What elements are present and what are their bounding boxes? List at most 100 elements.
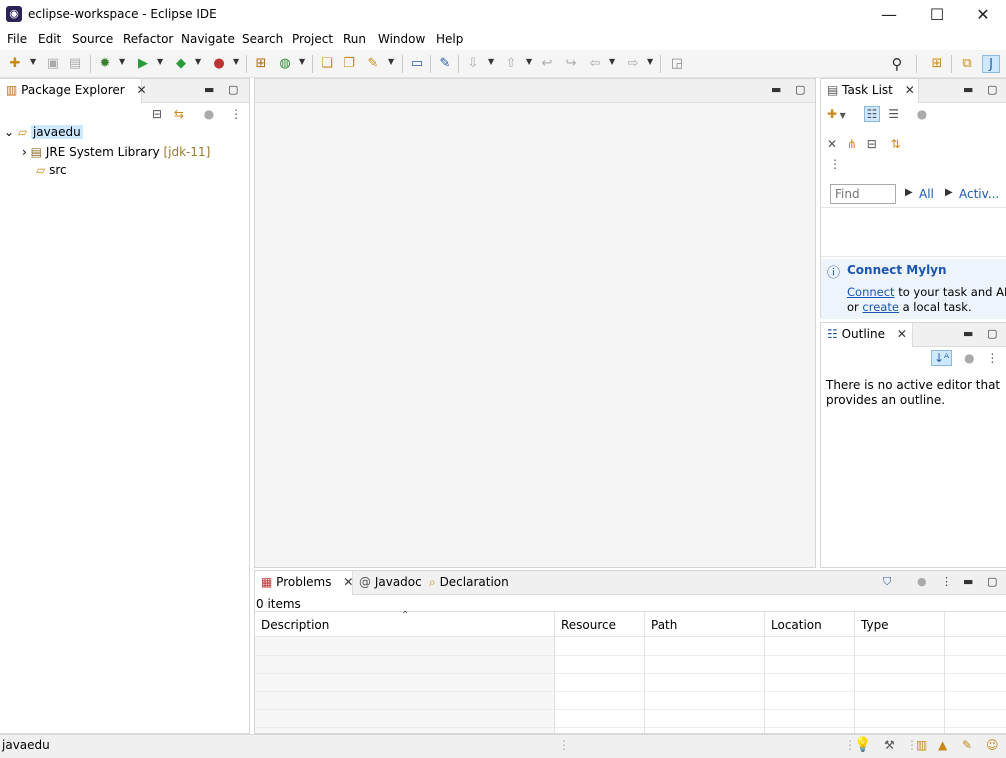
column-path[interactable]: Path [651, 618, 677, 632]
chevron-down-icon[interactable]: ⌄ [4, 125, 14, 139]
forward-icon[interactable]: ⇨ [624, 55, 642, 73]
java-ee-perspective-icon[interactable]: ⧉ [958, 55, 976, 73]
coverage-icon[interactable]: ◆ [172, 55, 190, 73]
save-all-icon[interactable]: ▤ [66, 55, 84, 73]
menu-window[interactable]: Window [378, 32, 425, 46]
maximize-button[interactable]: ☐ [914, 0, 960, 30]
find-input[interactable] [830, 184, 896, 204]
filter-icon[interactable]: ● [204, 107, 214, 121]
view-menu-icon[interactable]: ⋮ [941, 575, 952, 588]
minimize-view-icon[interactable]: ▬ [204, 83, 214, 96]
menu-source[interactable]: Source [72, 32, 113, 46]
pin-icon[interactable]: ✎ [436, 55, 454, 73]
maximize-view-icon[interactable]: ▢ [987, 83, 997, 96]
close-icon[interactable]: ✕ [897, 327, 907, 341]
column-type[interactable]: Type [861, 618, 889, 632]
next-annotation-icon[interactable]: ⇩ [464, 55, 482, 73]
scheduled-icon[interactable]: ☰ [888, 107, 899, 121]
categorized-icon[interactable]: ☷ [863, 106, 881, 122]
open-folder-icon[interactable]: ❐ [340, 55, 358, 73]
filter-activate-link[interactable]: Activ... [959, 187, 999, 201]
tip-icon[interactable]: 💡 [854, 737, 871, 753]
minimize-view-icon[interactable]: ▬ [963, 575, 973, 588]
pin-editor-icon[interactable]: ◲ [668, 55, 686, 73]
chevron-down-icon[interactable]: ▼ [119, 57, 125, 66]
column-location[interactable]: Location [771, 618, 822, 632]
chevron-down-icon[interactable]: ▼ [647, 57, 653, 66]
chevron-right-icon[interactable]: › [22, 145, 27, 159]
external-tools-icon[interactable]: ● [210, 55, 228, 73]
open-perspective-icon[interactable]: ⊞ [928, 55, 946, 73]
close-icon[interactable]: ✕ [137, 83, 147, 97]
menu-help[interactable]: Help [436, 32, 463, 46]
minimize-view-icon[interactable]: ▬ [771, 83, 781, 96]
graduation-icon[interactable]: ▲ [938, 738, 947, 752]
maximize-view-icon[interactable]: ▢ [795, 83, 805, 96]
maximize-view-icon[interactable]: ▢ [987, 575, 997, 588]
chevron-down-icon[interactable]: ▼ [299, 57, 305, 66]
console-icon[interactable]: ▭ [408, 55, 426, 73]
new-icon[interactable]: ✚ [6, 55, 24, 73]
chevron-down-icon[interactable]: ▼ [609, 57, 615, 66]
chevron-down-icon[interactable]: ▼ [30, 57, 36, 66]
chevron-down-icon[interactable]: ▼ [837, 111, 846, 120]
filter-all-link[interactable]: All [919, 187, 934, 201]
java-perspective-icon[interactable]: J [982, 55, 1000, 73]
tree-item-project[interactable]: ⌄ ▱ javaedu [4, 125, 83, 143]
close-icon[interactable]: ✕ [905, 83, 915, 97]
search-tool-icon[interactable]: ✎ [364, 55, 382, 73]
maximize-view-icon[interactable]: ▢ [228, 83, 238, 96]
smiley-icon[interactable]: ☺ [986, 738, 999, 752]
tab-declaration[interactable]: ⌕ Declaration [423, 571, 523, 595]
minimize-view-icon[interactable]: ▬ [963, 83, 973, 96]
connect-link[interactable]: Connect [847, 285, 895, 299]
filter-icon[interactable]: ● [917, 107, 927, 121]
run-icon[interactable]: ▶ [134, 55, 152, 73]
new-java-class-icon[interactable]: ◍ [276, 55, 294, 73]
tree-item-src[interactable]: ▱ src [36, 163, 67, 181]
back-icon[interactable]: ⇦ [586, 55, 604, 73]
collapse-all-icon[interactable]: ⊟ [867, 137, 877, 151]
search-icon[interactable]: ⚲ [888, 55, 906, 73]
maximize-view-icon[interactable]: ▢ [987, 327, 997, 340]
new-java-package-icon[interactable]: ⊞ [252, 55, 270, 73]
chevron-down-icon[interactable]: ▼ [233, 57, 239, 66]
filter-icon[interactable]: ● [964, 351, 974, 365]
hide-completed-icon[interactable]: ✕ [827, 137, 837, 151]
book-icon[interactable]: ▥ [916, 738, 927, 752]
column-resource[interactable]: Resource [561, 618, 616, 632]
chevron-down-icon[interactable]: ▼ [388, 57, 394, 66]
create-link[interactable]: create [862, 300, 899, 314]
open-type-icon[interactable]: ❏ [318, 55, 336, 73]
tab-outline[interactable]: ☷ Outline ✕ [821, 323, 913, 347]
view-menu-icon[interactable]: ⋮ [986, 351, 998, 365]
new-task-icon[interactable]: ✚ [827, 107, 837, 121]
forward-edit-icon[interactable]: ↪ [562, 55, 580, 73]
tab-javadoc[interactable]: @ Javadoc [353, 571, 423, 595]
tab-task-list[interactable]: ▤ Task List ✕ [821, 79, 919, 103]
minimize-button[interactable]: — [866, 0, 912, 30]
last-edit-icon[interactable]: ↩ [538, 55, 556, 73]
menu-edit[interactable]: Edit [38, 32, 61, 46]
close-icon[interactable]: ✕ [343, 575, 353, 589]
debug-icon[interactable]: ✹ [96, 55, 114, 73]
synchronize-icon[interactable]: ⇅ [891, 137, 901, 151]
wand-icon[interactable]: ✎ [962, 738, 972, 752]
tab-package-explorer[interactable]: ▥ Package Explorer ✕ [0, 79, 147, 103]
view-menu-icon[interactable]: ⋮ [230, 107, 242, 121]
previous-annotation-icon[interactable]: ⇧ [502, 55, 520, 73]
focus-icon[interactable]: ⋔ [847, 137, 857, 151]
filter-funnel-icon[interactable]: ⛉ [883, 575, 891, 589]
menu-file[interactable]: File [7, 32, 27, 46]
chevron-down-icon[interactable]: ▼ [526, 57, 532, 66]
sort-icon[interactable]: ↓ᴬ [931, 350, 953, 366]
menu-run[interactable]: Run [343, 32, 366, 46]
column-description[interactable]: Description [261, 618, 329, 632]
tab-problems[interactable]: ▦ Problems ✕ [255, 571, 353, 595]
menu-project[interactable]: Project [292, 32, 333, 46]
menu-search[interactable]: Search [242, 32, 283, 46]
chevron-down-icon[interactable]: ▼ [488, 57, 494, 66]
save-icon[interactable]: ▣ [44, 55, 62, 73]
menu-navigate[interactable]: Navigate [181, 32, 235, 46]
toolbox-icon[interactable]: ⚒ [884, 738, 895, 752]
